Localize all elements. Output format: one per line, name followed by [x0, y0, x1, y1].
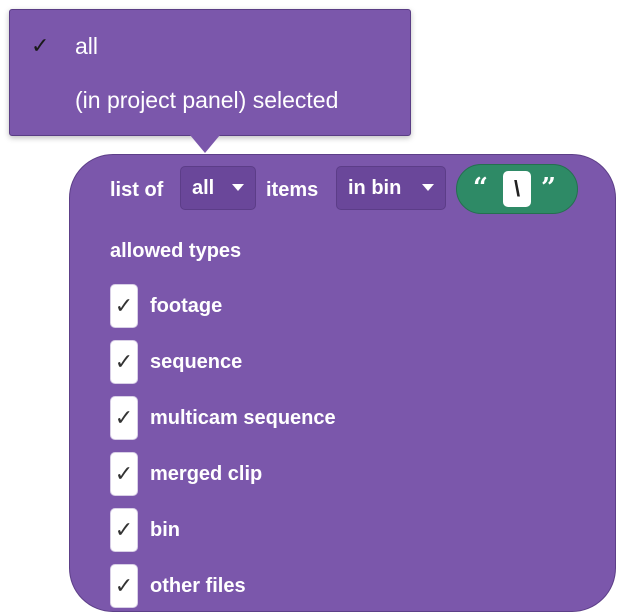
checkmark-icon: ✓ [114, 405, 134, 430]
checkbox-label: bin [150, 518, 180, 541]
checkbox-bin[interactable]: ✓ [110, 508, 138, 552]
menu-item-all[interactable]: ✓ all [10, 24, 410, 68]
list-items-block[interactable]: list of all items in bin “ \ ” allowed t… [69, 154, 616, 612]
checkmark-icon: ✓ [31, 33, 50, 58]
checkbox-label: other files [150, 574, 246, 597]
checkbox-merged-clip[interactable]: ✓ [110, 452, 138, 496]
list-of-label: list of [110, 179, 164, 201]
checkbox-row-merged-clip: ✓ merged clip [110, 452, 262, 496]
checkmark-icon: ✓ [114, 517, 134, 542]
scope-dropdown[interactable]: all [180, 166, 256, 210]
allowed-types-title: allowed types [110, 240, 242, 262]
checkmark-icon: ✓ [114, 573, 134, 598]
text-reporter-block[interactable]: “ \ ” [456, 164, 578, 214]
checkbox-multicam-sequence[interactable]: ✓ [110, 396, 138, 440]
checkbox-sequence[interactable]: ✓ [110, 340, 138, 384]
text-input-field[interactable]: \ [503, 171, 531, 207]
menu-item-selected[interactable]: (in project panel) selected [10, 78, 410, 122]
checkbox-row-footage: ✓ footage [110, 284, 222, 328]
checkbox-footage[interactable]: ✓ [110, 284, 138, 328]
items-label: items [266, 179, 319, 201]
close-quote-icon: ” [541, 173, 556, 203]
checkbox-label: merged clip [150, 462, 263, 485]
checkbox-row-sequence: ✓ sequence [110, 340, 242, 384]
dropdown-menu: ✓ all (in project panel) selected [9, 9, 411, 136]
checkmark-icon: ✓ [114, 293, 134, 318]
open-quote-icon: “ [473, 173, 488, 203]
checkmark-icon: ✓ [114, 349, 134, 374]
location-dropdown-value: in bin [348, 176, 402, 199]
checkbox-row-multicam-sequence: ✓ multicam sequence [110, 396, 336, 440]
checkmark-icon: ✓ [114, 461, 134, 486]
dropdown-pointer-arrow [190, 135, 220, 153]
checkbox-label: multicam sequence [150, 406, 336, 429]
caret-down-icon [232, 184, 244, 191]
checkbox-label: footage [150, 294, 223, 317]
checkbox-row-other-files: ✓ other files [110, 564, 246, 608]
caret-down-icon [422, 184, 434, 191]
menu-item-label: (in project panel) selected [75, 86, 339, 113]
location-dropdown[interactable]: in bin [336, 166, 446, 210]
scope-dropdown-value: all [192, 176, 215, 199]
checkbox-row-bin: ✓ bin [110, 508, 180, 552]
menu-item-label: all [75, 32, 99, 59]
checkbox-other-files[interactable]: ✓ [110, 564, 138, 608]
checkbox-label: sequence [150, 350, 243, 373]
